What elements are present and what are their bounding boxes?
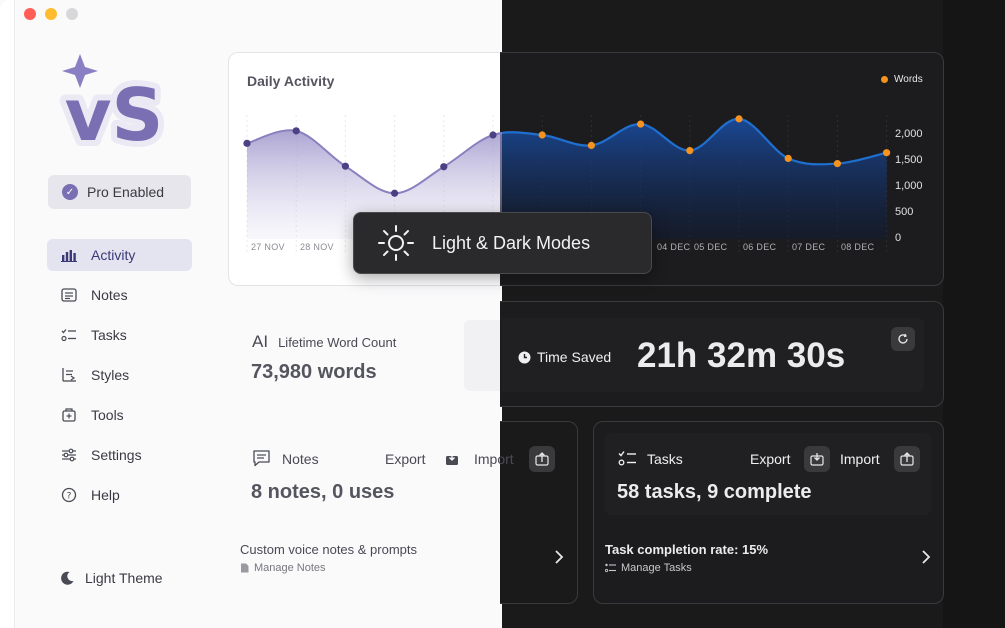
- theme-toggle-label: Light Theme: [85, 570, 163, 586]
- sidebar-item-label: Styles: [91, 367, 130, 383]
- sidebar-item-label: Tasks: [91, 327, 127, 343]
- notes-value: 8 notes, 0 uses: [251, 481, 395, 503]
- sidebar-item-label: Help: [91, 487, 120, 503]
- text-cursor-icon: AI: [252, 332, 269, 351]
- clock-icon: [518, 351, 531, 363]
- sidebar-item-notes[interactable]: Notes: [47, 279, 192, 311]
- window-right-edge: [943, 0, 1005, 628]
- help-icon: ?: [60, 486, 78, 504]
- y-tick-label: 1,500: [895, 154, 923, 166]
- pro-badge-label: Pro Enabled: [87, 184, 165, 200]
- chart-title: Daily Activity: [247, 73, 335, 89]
- x-tick-label: 28 NOV: [300, 242, 334, 252]
- x-tick-label: 06 DEC: [743, 242, 777, 252]
- notes-import-icon-button[interactable]: [529, 446, 555, 472]
- close-window-button[interactable]: [24, 8, 36, 20]
- moon-icon: [59, 570, 75, 586]
- sidebar-item-help[interactable]: ? Help: [47, 479, 192, 511]
- time-saved-label: Time Saved: [518, 349, 611, 365]
- manage-notes-label: Manage Notes: [254, 562, 326, 574]
- chart-legend: Words: [881, 74, 923, 85]
- toast-label: Light & Dark Modes: [432, 232, 591, 253]
- word-count-label: AI Lifetime Word Count: [252, 332, 396, 352]
- sidebar-item-label: Tools: [91, 407, 124, 423]
- tasks-icon: [60, 326, 78, 344]
- x-tick-label: 04 DEC: [657, 242, 691, 252]
- styles-icon: [60, 366, 78, 384]
- minimize-window-button[interactable]: [45, 8, 57, 20]
- tasks-label-text: Tasks: [647, 450, 683, 467]
- legend-dot: [881, 76, 888, 83]
- notes-chevron-right-icon[interactable]: [554, 549, 564, 570]
- sidebar-item-label: Notes: [91, 287, 128, 303]
- x-tick-label: 05 DEC: [694, 242, 728, 252]
- upload-icon: [535, 452, 549, 466]
- download-icon: [446, 453, 458, 465]
- notes-export-button[interactable]: Export: [385, 451, 425, 467]
- upload-icon: [900, 452, 914, 466]
- sliders-icon: [60, 446, 78, 464]
- time-saved-panel-light: [464, 320, 504, 391]
- sidebar-item-settings[interactable]: Settings: [47, 439, 192, 471]
- sun-icon: [378, 225, 414, 261]
- speech-bubble-icon: [253, 450, 270, 467]
- manage-tasks-link[interactable]: Manage Tasks: [605, 562, 692, 574]
- tasks-chevron-right-icon[interactable]: [921, 549, 931, 570]
- y-tick-label: 500: [895, 206, 914, 218]
- y-tick-label: 1,000: [895, 180, 923, 192]
- y-tick-label: 2,000: [895, 128, 923, 140]
- theme-toggle[interactable]: Light Theme: [59, 570, 163, 586]
- x-tick-label: 07 DEC: [792, 242, 826, 252]
- tools-icon: [60, 406, 78, 424]
- app-window: vS vS ✓ Pro Enabled Activity Notes Tasks…: [0, 0, 1005, 628]
- notes-export-icon-button[interactable]: [439, 446, 465, 472]
- sidebar-item-label: Settings: [91, 447, 142, 463]
- tasks-export-icon-button[interactable]: [804, 446, 830, 472]
- time-saved-value: 21h 32m 30s: [637, 336, 846, 375]
- sidebar-item-label: Activity: [91, 247, 136, 263]
- refresh-button[interactable]: [891, 327, 915, 351]
- manage-tasks-label: Manage Tasks: [621, 562, 692, 574]
- sidebar-item-tools[interactable]: Tools: [47, 399, 192, 431]
- notes-icon: [60, 286, 78, 304]
- sidebar-item-tasks[interactable]: Tasks: [47, 319, 192, 351]
- tasks-icon: [618, 451, 636, 466]
- tasks-label: Tasks: [618, 450, 683, 467]
- notes-import-button[interactable]: Import: [474, 451, 514, 467]
- x-tick-label: 08 DEC: [841, 242, 875, 252]
- sidebar-item-styles[interactable]: Styles: [47, 359, 192, 391]
- notes-label: Notes: [252, 450, 319, 467]
- zoom-window-button[interactable]: [66, 8, 78, 20]
- tasks-import-button[interactable]: Import: [840, 451, 880, 467]
- manage-notes-link[interactable]: Manage Notes: [240, 562, 326, 574]
- logo-text: vS: [65, 73, 164, 154]
- sidebar-item-activity[interactable]: Activity: [47, 239, 192, 271]
- tasks-value: 58 tasks, 9 complete: [617, 481, 812, 503]
- document-icon: [241, 563, 249, 573]
- tasks-caption: Task completion rate: 15%: [605, 542, 769, 557]
- download-icon: [810, 453, 824, 466]
- refresh-icon: [898, 333, 908, 344]
- legend-label: Words: [894, 74, 923, 85]
- tasks-export-button[interactable]: Export: [750, 451, 790, 467]
- svg-text:?: ?: [67, 492, 72, 502]
- check-circle-icon: ✓: [62, 184, 78, 200]
- word-count-label-text: Lifetime Word Count: [278, 334, 397, 350]
- list-icon: [605, 563, 616, 573]
- bar-chart-icon: [60, 246, 78, 264]
- app-logo: vS vS: [59, 54, 169, 154]
- window-left-edge: [0, 0, 15, 628]
- mode-toast: Light & Dark Modes: [353, 212, 652, 274]
- word-count-value: 73,980 words: [251, 361, 377, 383]
- notes-caption: Custom voice notes & prompts: [240, 542, 418, 557]
- time-saved-label-text: Time Saved: [537, 349, 612, 365]
- x-tick-label: 27 NOV: [251, 242, 285, 252]
- pro-enabled-badge[interactable]: ✓ Pro Enabled: [48, 175, 191, 209]
- tasks-import-icon-button[interactable]: [894, 446, 920, 472]
- notes-label-text: Notes: [282, 450, 319, 467]
- y-tick-label: 0: [895, 232, 902, 244]
